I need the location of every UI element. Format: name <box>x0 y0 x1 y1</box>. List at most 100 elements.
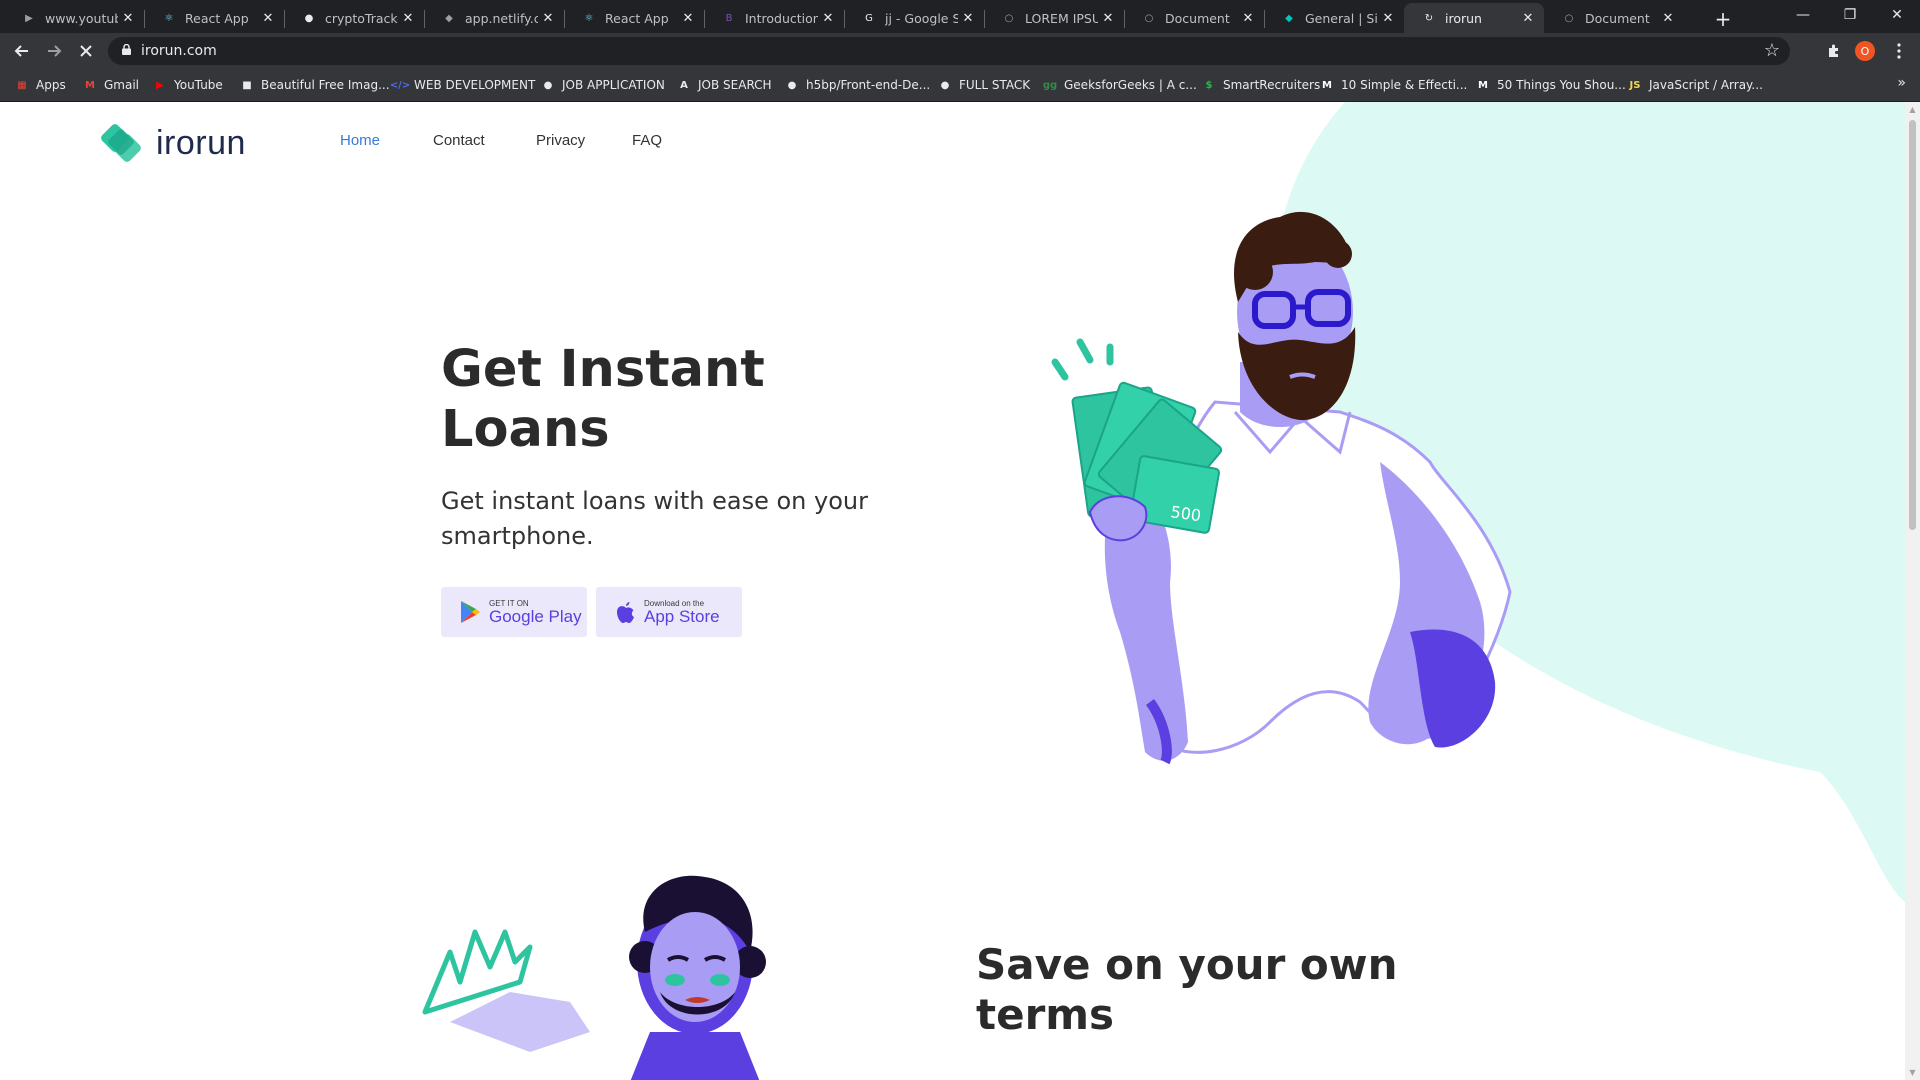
section-title-line: Save on your own <box>976 940 1398 989</box>
logo-wordmark: irorun <box>156 123 246 162</box>
close-window-button[interactable]: ✕ <box>1874 0 1920 30</box>
bookmark-item[interactable]: A JOB SEARCH <box>676 75 771 95</box>
browser-tab[interactable]: B Introduction ✕ <box>704 3 844 33</box>
youtube-icon: ▶ <box>156 79 164 91</box>
medium-icon: M <box>1478 79 1488 91</box>
globe-icon: ○ <box>1144 12 1154 24</box>
globe-icon: ○ <box>1564 12 1574 24</box>
medium-icon: M <box>1322 79 1332 91</box>
github-icon: ● <box>787 79 797 91</box>
browser-tab[interactable]: ⚛ React App ✕ <box>564 3 704 33</box>
nav-privacy[interactable]: Privacy <box>536 132 585 149</box>
scroll-up-arrow-icon[interactable]: ▲ <box>1905 102 1920 117</box>
browser-tab[interactable]: ● cryptoTracker/✕ <box>284 3 424 33</box>
tab-title: LOREM IPSUM <box>1025 10 1098 26</box>
relaxed-man-illustration <box>422 875 766 1080</box>
extensions-button[interactable] <box>1820 37 1848 65</box>
tab-title: General | Site <box>1305 10 1378 26</box>
minimize-button[interactable]: — <box>1780 0 1826 30</box>
browser-tab[interactable]: ⚛ React App ✕ <box>144 3 284 33</box>
tab-close-icon[interactable]: ✕ <box>678 8 698 28</box>
forward-arrow-icon <box>48 45 62 57</box>
section-title-line: terms <box>976 990 1115 1039</box>
apps-grid-icon: ▦ <box>17 79 27 91</box>
tab-close-icon[interactable]: ✕ <box>398 8 418 28</box>
scrollbar-thumb[interactable] <box>1909 120 1916 530</box>
bookmark-label: 50 Things You Shou... <box>1497 78 1626 92</box>
bookmarks-bar: ▦ Apps M Gmail ▶ YouTube ■ Beautiful Free Imag.… <box>0 69 1920 102</box>
tab-separator <box>1264 10 1265 28</box>
browser-tab[interactable]: ▶ www.youtube.✕ <box>4 3 144 33</box>
bookmark-item[interactable]: JS JavaScript / Array... <box>1627 75 1763 95</box>
bookmark-item[interactable]: M 10 Simple & Effecti... <box>1319 75 1467 95</box>
bookmark-item[interactable]: ▶ YouTube <box>152 75 223 95</box>
tab-title: React App <box>185 10 249 26</box>
stop-loading-button[interactable] <box>72 37 100 65</box>
tab-separator <box>564 10 565 28</box>
tab-close-icon[interactable]: ✕ <box>1518 8 1538 28</box>
browser-tab[interactable]: ◆ app.netlify.cor✕ <box>424 3 564 33</box>
tab-close-icon[interactable]: ✕ <box>1098 8 1118 28</box>
javascript-icon: JS <box>1629 79 1641 91</box>
tab-close-icon[interactable]: ✕ <box>538 8 558 28</box>
restore-button[interactable]: ❐ <box>1827 0 1873 30</box>
browser-tab[interactable]: ◆ General | Site✕ <box>1264 3 1404 33</box>
nav-faq[interactable]: FAQ <box>632 132 662 149</box>
kebab-menu-icon <box>1897 43 1901 59</box>
bookmark-item[interactable]: M Gmail <box>82 75 139 95</box>
bookmark-label: SmartRecruiters <box>1223 78 1321 92</box>
youtube-icon: ▶ <box>25 12 33 24</box>
bookmark-item[interactable]: </> WEB DEVELOPMENT <box>390 75 536 95</box>
browser-tab[interactable]: Gjj - Google Sea✕ <box>844 3 984 33</box>
browser-tab[interactable]: ○ Document ✕ <box>1544 3 1684 33</box>
bookmark-item[interactable]: gg GeeksforGeeks | A c... <box>1042 75 1197 95</box>
bookmarks-overflow-button[interactable]: » <box>1897 75 1906 91</box>
tab-close-icon[interactable]: ✕ <box>118 8 138 28</box>
tab-separator <box>704 10 705 28</box>
bookmark-item[interactable]: ▦ Apps <box>14 75 65 95</box>
back-arrow-icon <box>14 45 28 57</box>
google-play-button[interactable]: GET IT ON Google Play <box>441 587 587 637</box>
bookmark-item[interactable]: M 50 Things You Shou... <box>1475 75 1626 95</box>
react-icon: ⚛ <box>164 12 174 24</box>
github-icon: ● <box>543 79 553 91</box>
bootstrap-icon: B <box>725 12 733 24</box>
tab-close-icon[interactable]: ✕ <box>1238 8 1258 28</box>
app-store-button[interactable]: Download on the App Store <box>596 587 742 637</box>
bookmark-item[interactable]: ■ Beautiful Free Imag... <box>239 75 389 95</box>
browser-tab[interactable]: ○ LOREM IPSUM✕ <box>984 3 1124 33</box>
smartrecruiters-icon: $ <box>1205 79 1213 91</box>
scroll-down-arrow-icon[interactable]: ▼ <box>1905 1065 1920 1080</box>
forward-button[interactable] <box>40 37 68 65</box>
browser-menu-button[interactable] <box>1885 37 1913 65</box>
browser-tab[interactable]: ↻ irorun ✕ <box>1404 3 1544 33</box>
nav-contact[interactable]: Contact <box>433 132 485 149</box>
tab-close-icon[interactable]: ✕ <box>818 8 838 28</box>
bookmark-star-icon[interactable]: ☆ <box>1764 40 1780 61</box>
tab-close-icon[interactable]: ✕ <box>258 8 278 28</box>
tab-separator <box>844 10 845 28</box>
profile-avatar[interactable]: O <box>1855 41 1875 61</box>
back-button[interactable] <box>8 37 36 65</box>
page-viewport: irorun Home Contact Privacy FAQ Get Inst… <box>0 102 1905 1080</box>
browser-tab[interactable]: ○ Document ✕ <box>1124 3 1264 33</box>
new-tab-button[interactable]: + <box>1709 5 1737 33</box>
nav-home[interactable]: Home <box>340 132 380 149</box>
tab-close-icon[interactable]: ✕ <box>1378 8 1398 28</box>
bookmark-item[interactable]: ● h5bp/Front-end-De... <box>784 75 931 95</box>
tab-close-icon[interactable]: ✕ <box>958 8 978 28</box>
hero-subtitle-line: smartphone. <box>441 522 594 550</box>
address-bar[interactable]: irorun.com ☆ <box>108 37 1790 65</box>
bookmark-item[interactable]: ● JOB APPLICATION <box>540 75 665 95</box>
tab-close-icon[interactable]: ✕ <box>1658 8 1678 28</box>
bookmark-label: GeeksforGeeks | A c... <box>1064 78 1197 92</box>
bookmark-item[interactable]: ● FULL STACK <box>937 75 1031 95</box>
gmail-icon: M <box>85 79 95 91</box>
irorun-logo[interactable]: irorun <box>98 122 246 164</box>
man-holding-money-illustration: 500 <box>1051 211 1512 765</box>
bookmark-item[interactable]: $ SmartRecruiters <box>1201 75 1321 95</box>
page-scrollbar[interactable]: ▲ ▼ <box>1905 102 1920 1080</box>
tab-separator <box>424 10 425 28</box>
tab-title: React App <box>605 10 669 26</box>
store-name: App Store <box>644 606 720 626</box>
